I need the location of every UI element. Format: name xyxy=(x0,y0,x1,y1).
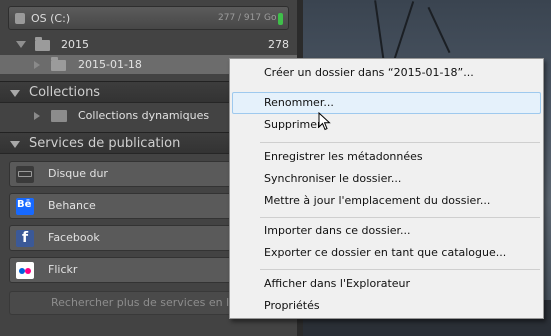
collection-set-icon xyxy=(51,110,67,122)
menu-item-label: Propriétés xyxy=(264,299,320,312)
menu-item-label: Importer dans ce dossier... xyxy=(264,224,411,237)
menu-item-create-folder[interactable]: Créer un dossier dans “2015-01-18”... xyxy=(232,62,541,84)
menu-item-save-metadata[interactable]: Enregistrer les métadonnées xyxy=(232,146,541,168)
menu-item-label: Enregistrer les métadonnées xyxy=(264,150,423,163)
chevron-right-icon[interactable] xyxy=(34,61,40,69)
chevron-right-icon[interactable] xyxy=(34,112,40,120)
service-label: Flickr xyxy=(48,263,78,276)
volume-name: OS (C:) xyxy=(31,12,71,25)
folder-name: 2015 xyxy=(61,38,89,51)
section-title: Collections xyxy=(29,85,101,100)
facebook-icon: f xyxy=(16,230,34,247)
menu-item-rename[interactable]: Renommer... xyxy=(232,92,541,114)
volume-status-led xyxy=(278,13,283,25)
folder-photo-count: 278 xyxy=(268,38,289,51)
menu-item-update-location[interactable]: Mettre à jour l'emplacement du dossier..… xyxy=(232,190,541,212)
service-label: Facebook xyxy=(48,231,100,244)
hard-drive-icon xyxy=(16,166,34,183)
menu-item-show-in-explorer[interactable]: Afficher dans l'Explorateur xyxy=(232,273,541,295)
volume-capacity: 277 / 917 Go xyxy=(218,13,277,23)
context-menu: Créer un dossier dans “2015-01-18”... Re… xyxy=(229,58,544,319)
flickr-icon xyxy=(16,262,34,279)
menu-item-properties[interactable]: Propriétés xyxy=(232,295,541,317)
service-label: Behance xyxy=(48,199,96,212)
menu-item-sync-folder[interactable]: Synchroniser le dossier... xyxy=(232,168,541,190)
menu-item-label: Synchroniser le dossier... xyxy=(264,172,402,185)
mouse-cursor-icon xyxy=(318,112,331,131)
chevron-down-icon[interactable] xyxy=(10,141,20,148)
volume-header[interactable]: OS (C:) 277 / 917 Go xyxy=(8,6,289,30)
service-label: Disque dur xyxy=(48,167,108,180)
menu-separator xyxy=(260,217,540,218)
hard-drive-icon xyxy=(15,13,25,24)
collection-label: Collections dynamiques xyxy=(78,109,210,122)
chevron-down-icon[interactable] xyxy=(16,41,26,48)
menu-item-import[interactable]: Importer dans ce dossier... xyxy=(232,220,541,242)
behance-icon-text: Bē xyxy=(17,199,32,210)
chevron-down-icon[interactable] xyxy=(10,90,20,97)
menu-item-label: Afficher dans l'Explorateur xyxy=(264,277,411,290)
menu-item-label: Mettre à jour l'emplacement du dossier..… xyxy=(264,194,491,207)
menu-item-label: Supprimer xyxy=(264,118,322,131)
facebook-icon-text: f xyxy=(22,230,29,246)
menu-separator xyxy=(260,269,540,270)
folder-row-2015[interactable]: 2015 278 xyxy=(0,34,297,54)
menu-item-export-catalog[interactable]: Exporter ce dossier en tant que catalogu… xyxy=(232,242,541,264)
menu-item-delete[interactable]: Supprimer xyxy=(232,114,541,136)
behance-icon: Bē xyxy=(16,198,34,215)
folder-name: 2015-01-18 xyxy=(78,58,142,71)
section-title: Services de publication xyxy=(29,136,181,151)
menu-separator xyxy=(260,142,540,143)
menu-item-label: Exporter ce dossier en tant que catalogu… xyxy=(264,246,507,259)
menu-item-label: Créer un dossier dans “2015-01-18”... xyxy=(264,66,474,79)
folder-icon xyxy=(51,57,66,71)
folder-icon xyxy=(35,37,50,51)
menu-item-label: Renommer... xyxy=(264,96,334,109)
